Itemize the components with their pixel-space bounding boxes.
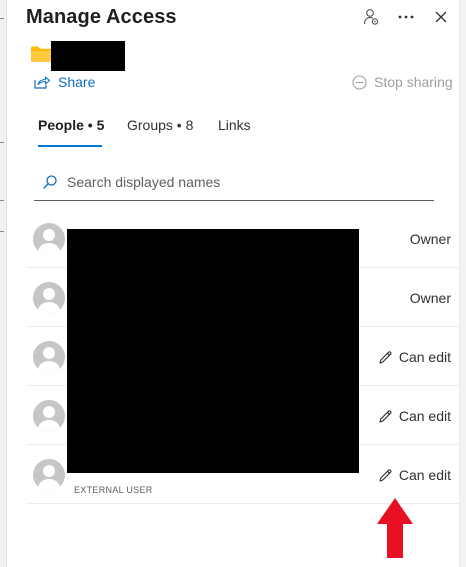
- avatar: [33, 400, 65, 432]
- pencil-icon: [379, 350, 392, 364]
- stop-sharing-label: Stop sharing: [374, 74, 453, 90]
- avatar: [33, 223, 65, 255]
- panel-title: Manage Access: [26, 6, 177, 28]
- permission-dropdown[interactable]: Can edit: [378, 349, 451, 365]
- tab-links[interactable]: Links: [218, 117, 251, 133]
- search-input[interactable]: [67, 174, 407, 190]
- names-redacted: [67, 229, 359, 473]
- item-name-redacted: [51, 41, 125, 71]
- stop-sharing-button[interactable]: Stop sharing: [352, 72, 453, 92]
- stop-icon: [352, 74, 367, 90]
- active-tab-indicator: [38, 145, 102, 147]
- tab-groups[interactable]: Groups • 8: [127, 117, 193, 133]
- avatar: [33, 459, 65, 491]
- permission-dropdown[interactable]: Can edit: [378, 467, 451, 483]
- pencil-icon: [379, 409, 392, 423]
- permission-text: Can edit: [398, 349, 451, 365]
- tab-people[interactable]: People • 5: [38, 117, 104, 133]
- background-window-edge: [0, 0, 7, 567]
- more-options-button[interactable]: [394, 6, 418, 28]
- pencil-icon: [379, 468, 392, 482]
- share-button[interactable]: Share: [34, 72, 95, 92]
- permission-label[interactable]: Owner: [410, 231, 451, 247]
- person-settings-button[interactable]: [359, 6, 383, 28]
- panel-scroll-edge: [459, 0, 466, 567]
- permission-text: Can edit: [398, 408, 451, 424]
- folder-icon: [31, 46, 51, 62]
- annotation-arrow-icon: [377, 498, 413, 558]
- more-icon: [398, 15, 414, 19]
- manage-access-panel: Manage Access Share Stop sharing People …: [7, 0, 459, 567]
- external-user-label: EXTERNAL USER: [74, 485, 153, 495]
- permission-dropdown[interactable]: Can edit: [378, 408, 451, 424]
- permission-label[interactable]: Owner: [410, 290, 451, 306]
- person-settings-icon: [363, 9, 379, 25]
- permission-text: Owner: [409, 231, 451, 247]
- close-icon: [435, 11, 447, 23]
- avatar: [33, 282, 65, 314]
- share-icon: [34, 76, 50, 89]
- search-box: [34, 164, 434, 201]
- share-label: Share: [58, 74, 96, 90]
- search-icon: [43, 175, 57, 189]
- permission-text: Can edit: [398, 467, 451, 483]
- avatar: [33, 341, 65, 373]
- close-button[interactable]: [429, 6, 453, 28]
- permission-text: Owner: [409, 290, 451, 306]
